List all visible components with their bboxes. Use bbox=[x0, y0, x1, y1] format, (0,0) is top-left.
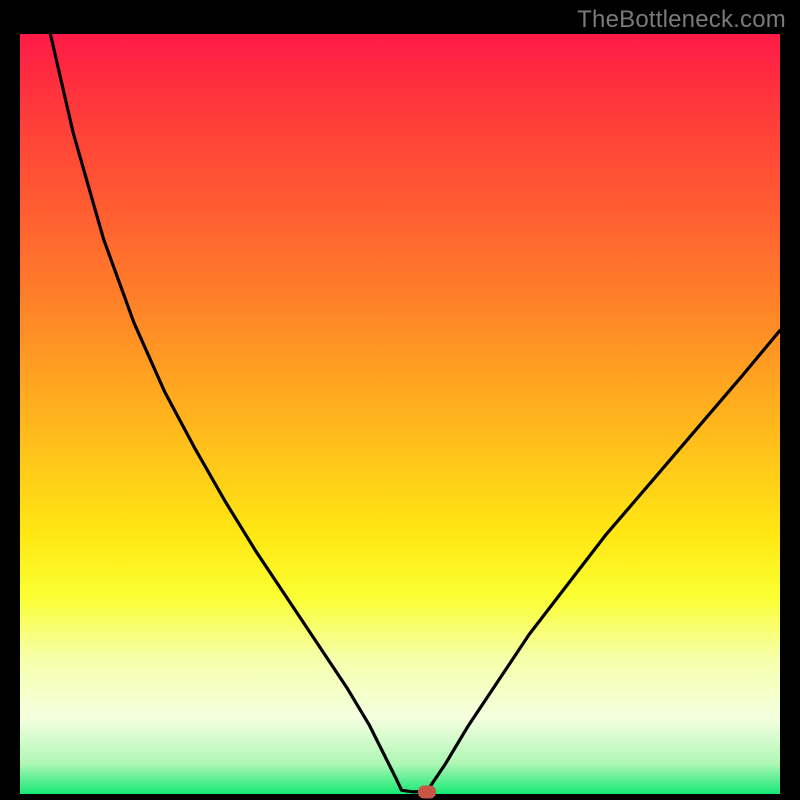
minimum-marker bbox=[418, 785, 436, 798]
chart-frame: TheBottleneck.com bbox=[0, 0, 800, 800]
plot-area bbox=[20, 34, 780, 794]
watermark-text: TheBottleneck.com bbox=[577, 6, 786, 34]
bottleneck-curve bbox=[20, 34, 780, 794]
curve-path bbox=[50, 34, 780, 792]
